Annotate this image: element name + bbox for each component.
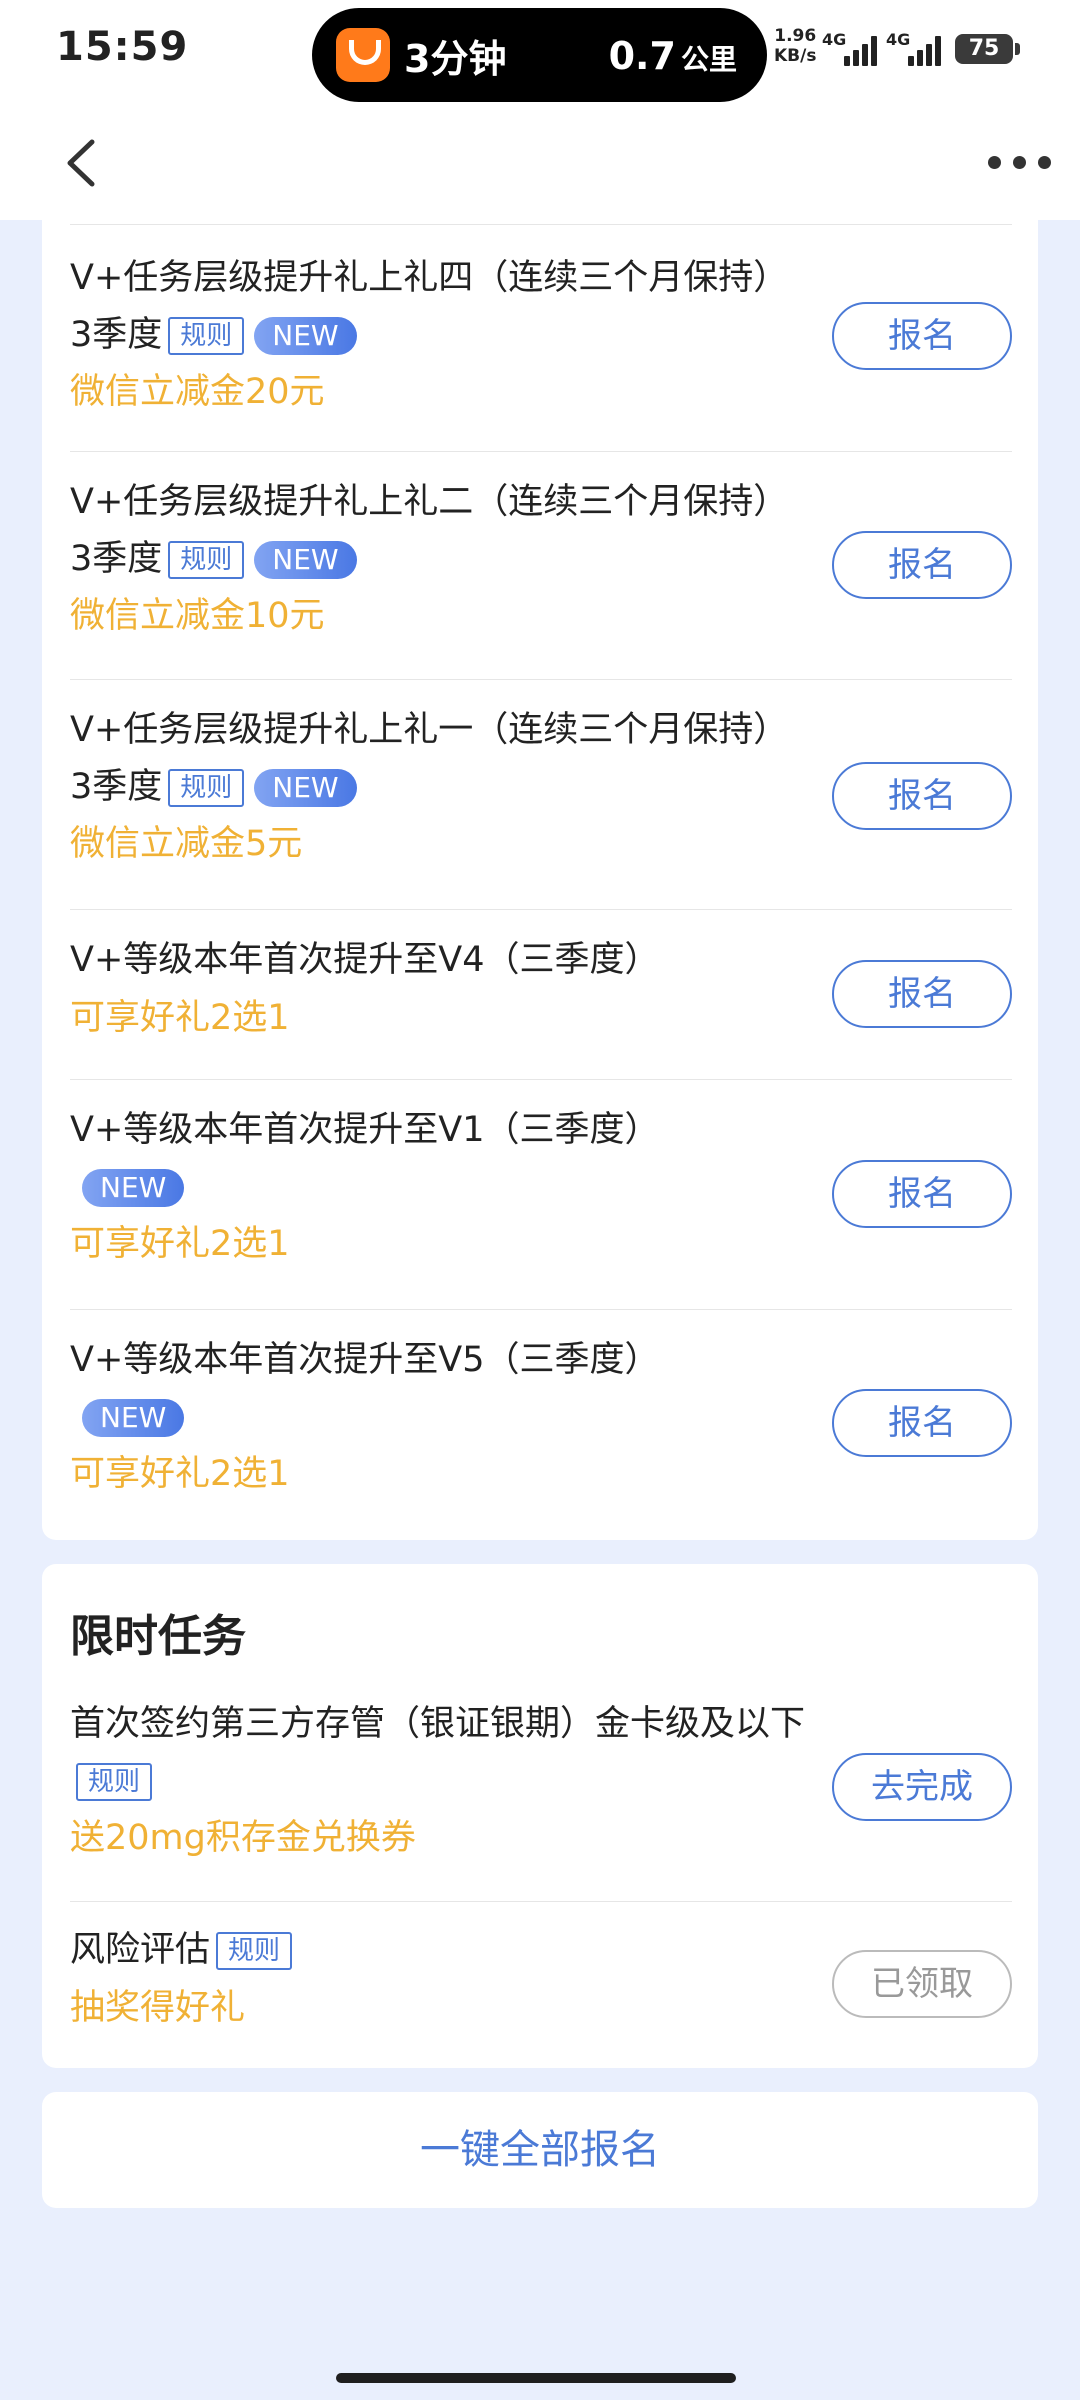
task-reward: 可享好礼2选1 bbox=[70, 998, 290, 1038]
task-item: V+等级本年首次提升至V4（三季度） 可享好礼2选1 报名 bbox=[42, 910, 1038, 1080]
task-reward: 微信立减金20元 bbox=[70, 372, 325, 412]
sign-all-card: 一键全部报名 bbox=[42, 2092, 1038, 2208]
signal-icon: 4G bbox=[822, 30, 882, 66]
task-title-text: 风险评估 bbox=[70, 1930, 211, 1970]
task-item: V+任务层级提升礼上礼四（连续三个月保持）3季度 规则 NEW 微信立减金20元 报… bbox=[42, 224, 1038, 452]
task-item: 首次签约第三方存管（银证银期）金卡级及以下规则 送20mg积存金兑换券 去完成 bbox=[42, 1682, 1038, 1902]
dynamic-island[interactable]: 3分钟 0.7 公里 bbox=[312, 8, 767, 102]
island-distance-value: 0.7 bbox=[608, 34, 676, 78]
rule-tag[interactable]: 规则 bbox=[168, 541, 245, 579]
status-time: 15:59 bbox=[56, 24, 189, 70]
rule-tag[interactable]: 规则 bbox=[168, 317, 245, 355]
new-badge: NEW bbox=[82, 1399, 185, 1437]
task-title: 首次签约第三方存管（银证银期）金卡级及以下规则 bbox=[70, 1696, 830, 1810]
task-title: V+等级本年首次提升至V4（三季度） bbox=[70, 932, 790, 989]
new-badge: NEW bbox=[254, 769, 357, 807]
signup-button[interactable]: 报名 bbox=[832, 531, 1012, 599]
claimed-button[interactable]: 已领取 bbox=[832, 1950, 1012, 2018]
didi-icon bbox=[336, 28, 390, 82]
task-title: V+任务层级提升礼上礼二（连续三个月保持）3季度 规则 NEW bbox=[70, 474, 790, 588]
task-reward: 送20mg积存金兑换券 bbox=[70, 1818, 416, 1858]
rule-tag[interactable]: 规则 bbox=[76, 1763, 153, 1801]
task-item: V+任务层级提升礼上礼一（连续三个月保持）3季度 规则 NEW 微信立减金5元 报名 bbox=[42, 680, 1038, 910]
complete-button[interactable]: 去完成 bbox=[832, 1753, 1012, 1821]
signal-1-label: 4G bbox=[822, 30, 847, 49]
task-reward: 微信立减金10元 bbox=[70, 596, 325, 636]
task-title-text: V+等级本年首次提升至V4（三季度） bbox=[70, 940, 660, 980]
task-reward: 抽奖得好礼 bbox=[70, 1988, 246, 2028]
new-badge: NEW bbox=[254, 317, 357, 355]
task-item: V+等级本年首次提升至V1（三季度） NEW 可享好礼2选1 报名 bbox=[42, 1080, 1038, 1310]
task-title-text: 首次签约第三方存管（银证银期）金卡级及以下 bbox=[70, 1704, 806, 1744]
status-bar: 15:59 3分钟 0.7 公里 1.96 KB/s 4G 4G 75 bbox=[0, 0, 1080, 108]
island-eta: 3分钟 bbox=[404, 37, 507, 81]
task-item: V+任务层级提升礼上礼二（连续三个月保持）3季度 规则 NEW 微信立减金10元 报… bbox=[42, 452, 1038, 680]
task-title: V+等级本年首次提升至V1（三季度） NEW bbox=[70, 1102, 790, 1216]
new-badge: NEW bbox=[254, 541, 357, 579]
rule-tag[interactable]: 规则 bbox=[168, 769, 245, 807]
signup-button[interactable]: 报名 bbox=[832, 1389, 1012, 1457]
task-item: V+等级本年首次提升至V5（三季度） NEW 可享好礼2选1 报名 bbox=[42, 1310, 1038, 1540]
signup-button[interactable]: 报名 bbox=[832, 960, 1012, 1028]
task-title: 风险评估 规则 bbox=[70, 1922, 790, 1979]
island-distance-unit: 公里 bbox=[680, 43, 737, 76]
net-speed-unit: KB/s bbox=[774, 46, 817, 66]
new-badge: NEW bbox=[82, 1169, 185, 1207]
chevron-left-icon[interactable] bbox=[62, 138, 102, 188]
signup-button[interactable]: 报名 bbox=[832, 762, 1012, 830]
task-title: V+任务层级提升礼上礼一（连续三个月保持）3季度 规则 NEW bbox=[70, 702, 790, 816]
rule-tag[interactable]: 规则 bbox=[216, 1932, 293, 1970]
sign-all-button[interactable]: 一键全部报名 bbox=[42, 2092, 1038, 2208]
upgrade-tasks-card: V+任务层级提升礼上礼四（连续三个月保持）3季度 规则 NEW 微信立减金20元 报… bbox=[42, 200, 1038, 1540]
task-reward: 可享好礼2选1 bbox=[70, 1224, 290, 1264]
task-title: V+等级本年首次提升至V5（三季度） NEW bbox=[70, 1332, 790, 1446]
home-indicator[interactable] bbox=[336, 2373, 736, 2383]
island-distance: 0.7 公里 bbox=[609, 34, 737, 78]
battery-icon: 75 bbox=[955, 34, 1020, 64]
limited-tasks-card: 限时任务 首次签约第三方存管（银证银期）金卡级及以下规则 送20mg积存金兑换券… bbox=[42, 1564, 1038, 2068]
section-title: 限时任务 bbox=[70, 1611, 246, 1662]
task-item: 风险评估 规则 抽奖得好礼 已领取 bbox=[42, 1902, 1038, 2068]
net-speed: 1.96 KB/s bbox=[774, 26, 816, 66]
more-dots-icon[interactable] bbox=[988, 156, 1052, 170]
task-title: V+任务层级提升礼上礼四（连续三个月保持）3季度 规则 NEW bbox=[70, 250, 790, 364]
signal-icon: 4G bbox=[886, 30, 946, 66]
task-reward: 可享好礼2选1 bbox=[70, 1454, 290, 1494]
task-title-text: V+等级本年首次提升至V5（三季度） bbox=[70, 1340, 660, 1380]
signup-button[interactable]: 报名 bbox=[832, 302, 1012, 370]
task-reward: 微信立减金5元 bbox=[70, 824, 303, 864]
task-title-text: V+等级本年首次提升至V1（三季度） bbox=[70, 1110, 660, 1150]
net-speed-value: 1.96 bbox=[774, 26, 817, 46]
signup-button[interactable]: 报名 bbox=[832, 1160, 1012, 1228]
signal-2-label: 4G bbox=[886, 30, 911, 49]
